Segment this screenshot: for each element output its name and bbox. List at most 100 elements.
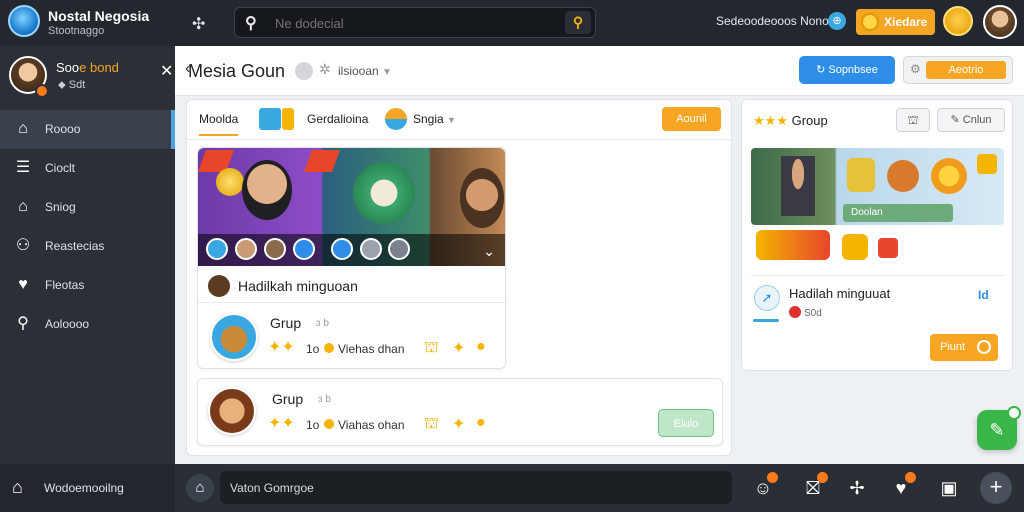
star-icon: ✦✦ — [268, 339, 295, 356]
refresh-icon: ↻ — [816, 64, 826, 76]
viewer-avatar[interactable] — [331, 238, 353, 260]
pencil-icon: ✎ — [950, 114, 960, 126]
sidebar: Sooe bond ⬥ Sdt ✕ ⌂ Roooo ☰ Cioclt ⌂ Sni… — [0, 46, 175, 464]
collapse-icon[interactable]: ✕ — [160, 61, 173, 81]
filter-dropdown[interactable]: ilsiooan ▼ — [338, 64, 392, 78]
add-button[interactable]: + — [980, 472, 1012, 504]
group-subtitle: Viehas dhan — [338, 342, 405, 356]
mascot-avatar[interactable] — [943, 6, 973, 36]
tab-action-button[interactable]: Aounil — [662, 107, 721, 131]
notification-dot — [767, 472, 778, 483]
chat-fab[interactable]: ✎ — [977, 406, 1021, 450]
sidebar-item-2[interactable]: ⌂ Sniog — [0, 188, 175, 227]
primary-button[interactable]: ↻ Sopnbsee — [799, 56, 895, 84]
globe-icon[interactable]: ⊕ — [828, 12, 846, 30]
viewer-avatar[interactable] — [293, 238, 315, 260]
message-input[interactable] — [230, 480, 710, 496]
viewer-avatar[interactable] — [388, 238, 410, 260]
bottom-bar: ⌂ Wodoemooilng ⌂ ☺ ⛝ ✢ ♥ ▣ + — [0, 464, 1024, 512]
user-avatar[interactable] — [983, 5, 1017, 39]
join-button[interactable]: Elulo — [658, 409, 714, 437]
group-panel: ★★★ Group ⛫ ✎ Cnlun Doolan ➚ Hadilah min… — [741, 99, 1013, 371]
sidebar-item-label: Fleotas — [45, 278, 85, 292]
tab-1[interactable]: Gerdalioina — [307, 112, 368, 126]
message-box — [220, 471, 732, 504]
ribbon-badge — [303, 150, 341, 172]
coin-icon — [282, 108, 294, 130]
viewer-avatar[interactable] — [206, 238, 228, 260]
group-meta: ɜ b — [316, 318, 329, 329]
edit-button[interactable]: ✎ Cnlun — [937, 108, 1005, 132]
video-card[interactable]: ⌄ Hadilkah minguoan Grup ɜ b ✦✦ 1o Vieha… — [197, 147, 506, 369]
box-icon[interactable]: ▣ — [934, 474, 964, 502]
puzzle-icon[interactable]: ✢ — [842, 474, 872, 502]
group-card[interactable]: Grup ɜ b ✦✦ 1o Viahas ohan ⛫ ✦ ● Elulo — [197, 378, 723, 446]
star-icon: ✦ — [452, 340, 466, 357]
brand-subtitle: Stootnaggo — [48, 25, 105, 37]
apps-icon[interactable]: ✣ — [192, 14, 205, 34]
profile-name: Sooe bond — [56, 60, 119, 75]
profile-status: ⬥ Sdt — [58, 79, 85, 92]
viewer-avatar[interactable] — [360, 238, 382, 260]
viewer-avatar[interactable] — [235, 238, 257, 260]
search-input[interactable] — [275, 14, 555, 32]
top-user-text[interactable]: Sedeoodeooos Nono — [716, 14, 829, 28]
house-icon[interactable]: ⌂ — [186, 474, 214, 502]
sun-icon — [931, 158, 967, 194]
sidebar-item-5[interactable]: ⚲ Aoloooo — [0, 305, 175, 344]
group-panel-title: ★★★ Group — [753, 113, 828, 129]
bell-icon: ⛫ — [424, 415, 439, 432]
sidebar-item-4[interactable]: ♥ Fleotas — [0, 266, 175, 305]
tab-2-label: Sngia — [413, 112, 444, 126]
top-bar: Nostal Negosia Stootnaggo ✣ ⚲ ⚲ Sedeoode… — [0, 0, 1024, 46]
house-icon: ⌂ — [18, 198, 28, 215]
mascot-icon[interactable]: ☺ — [748, 472, 778, 502]
sidebar-profile[interactable]: Sooe bond ⬥ Sdt ✕ — [0, 46, 175, 106]
chevron-down-icon[interactable]: ⌄ — [483, 243, 495, 260]
sidebar-item-label: Aoloooo — [45, 317, 90, 331]
viewer-avatar[interactable] — [264, 238, 286, 260]
secondary-button[interactable]: ⚙ Aeotrio — [903, 56, 1013, 84]
divider — [198, 302, 505, 303]
heart-icon[interactable]: ♥ — [886, 472, 916, 502]
profile-status-text: Sdt — [68, 79, 86, 91]
coin-icon — [977, 340, 991, 354]
group-panel-title-text: Group — [791, 113, 828, 128]
gift-icon[interactable]: ⛝ — [798, 472, 828, 502]
bottom-home-label: Wodoemooilng — [44, 481, 124, 495]
star-icon: ★★★ — [753, 113, 788, 128]
tab-0[interactable]: Moolda — [199, 112, 239, 136]
page-title: Mesia Goun — [188, 61, 286, 81]
star-icon — [977, 154, 997, 174]
sidebar-item-label: Sniog — [45, 200, 76, 214]
settings-icon[interactable]: ✲ — [319, 61, 331, 78]
profile-name-b: e bond — [79, 60, 119, 75]
bell-button[interactable]: ⛫ — [896, 108, 930, 132]
progress-bar — [753, 319, 779, 322]
share-icon[interactable]: ➚ — [754, 285, 780, 311]
sidebar-item-1[interactable]: ☰ Cioclt — [0, 149, 175, 188]
search-button[interactable]: ⚲ — [565, 11, 591, 34]
group-avatar[interactable] — [210, 313, 258, 361]
coin-icon: ● — [476, 338, 486, 355]
bottom-home[interactable]: ⌂ Wodoemooilng — [0, 464, 175, 512]
coin-button[interactable]: Xiedare — [856, 9, 935, 35]
secondary-button-label: Aeotrio — [926, 61, 1006, 79]
group-banner[interactable]: Doolan — [751, 148, 1004, 225]
group-title: Grup — [270, 315, 302, 331]
sidebar-item-3[interactable]: ⚇ Reastecias — [0, 227, 175, 266]
claim-button-label: Piunt — [940, 341, 966, 353]
coin-icon — [216, 168, 244, 196]
video-thumbnail[interactable]: ⌄ — [198, 148, 505, 266]
tab-2[interactable]: Sngia ▼ — [413, 112, 456, 126]
sidebar-item-0[interactable]: ⌂ Roooo — [0, 110, 175, 149]
gear-icon: ⚙ — [910, 62, 921, 76]
app-logo[interactable] — [8, 5, 40, 37]
sidebar-item-label: Reastecias — [45, 239, 105, 253]
banner-label: Doolan — [843, 204, 953, 222]
home-icon: ⌂ — [12, 477, 23, 497]
group-avatar[interactable] — [208, 387, 256, 435]
mascot-icon — [887, 160, 919, 192]
main-header: ‹ Mesia Goun ✲ ilsiooan ▼ ↻ Sopnbsee ⚙ A… — [175, 46, 1024, 96]
claim-button[interactable]: Piunt — [930, 334, 998, 361]
